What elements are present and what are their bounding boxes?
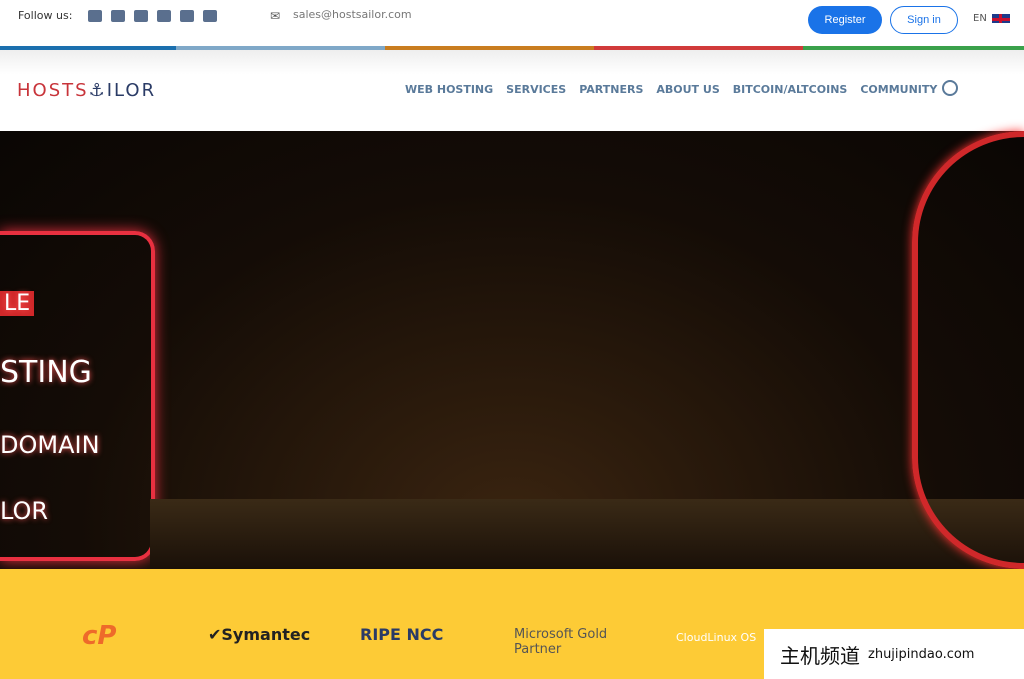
- envelope-icon: ✉: [270, 9, 281, 23]
- signin-button[interactable]: Sign in: [890, 6, 958, 34]
- sign-text: LE: [0, 291, 35, 316]
- twitter-icon[interactable]: [111, 10, 125, 22]
- instagram-icon[interactable]: [134, 10, 148, 22]
- language-selector[interactable]: EN: [973, 13, 987, 24]
- telegram-icon[interactable]: [180, 10, 194, 22]
- hero-banner[interactable]: LE STING DOMAIN LOR: [0, 131, 1024, 569]
- follow-label: Follow us:: [18, 9, 73, 22]
- city-skyline: [150, 499, 1024, 569]
- logo-text: HOSTS: [17, 80, 89, 101]
- watermark-en: zhujipindao.com: [868, 646, 975, 662]
- watermark: 主机频道 zhujipindao.com: [764, 629, 1024, 679]
- nav-bitcoin[interactable]: BITCOIN/ALTCOINS: [733, 83, 848, 96]
- logo-text: ⚓ILOR: [88, 80, 157, 101]
- cpanel-logo: cP: [82, 621, 117, 651]
- ferris-wheel: [912, 131, 1024, 569]
- nav-web-hosting[interactable]: WEB HOSTING: [405, 83, 493, 96]
- sign-text: LOR: [0, 497, 49, 525]
- nav-services[interactable]: SERVICES: [506, 83, 566, 96]
- nav-partners[interactable]: PARTNERS: [579, 83, 643, 96]
- neon-sign: LE STING DOMAIN LOR: [0, 231, 155, 561]
- register-button[interactable]: Register: [808, 6, 882, 34]
- partner-name: Symantec: [221, 625, 311, 644]
- social-links: [88, 10, 217, 22]
- youtube-icon[interactable]: [203, 10, 217, 22]
- sign-text: DOMAIN: [0, 431, 100, 459]
- search-icon[interactable]: [942, 80, 958, 96]
- linkedin-icon[interactable]: [157, 10, 171, 22]
- sign-text: STING: [0, 355, 92, 390]
- nav-about-us[interactable]: ABOUT US: [656, 83, 719, 96]
- email-link[interactable]: sales@hostsailor.com: [293, 8, 412, 21]
- microsoft-logo: Microsoft Gold Partner: [514, 627, 608, 657]
- main-nav: HOSTS⚓ILOR WEB HOSTING SERVICES PARTNERS…: [0, 50, 1024, 131]
- top-bar: Follow us: ✉ sales@hostsailor.com Regist…: [0, 0, 1024, 46]
- cloudlinux-logo: CloudLinux OS: [676, 631, 757, 644]
- nav-community[interactable]: COMMUNITY: [860, 83, 937, 96]
- ripe-logo: RIPE NCC: [360, 625, 444, 644]
- symantec-logo: ✔Symantec: [208, 625, 311, 644]
- hostsailor-logo[interactable]: HOSTS⚓ILOR: [17, 80, 156, 101]
- facebook-icon[interactable]: [88, 10, 102, 22]
- watermark-cn: 主机频道: [780, 643, 860, 668]
- uk-flag-icon[interactable]: [991, 13, 1011, 24]
